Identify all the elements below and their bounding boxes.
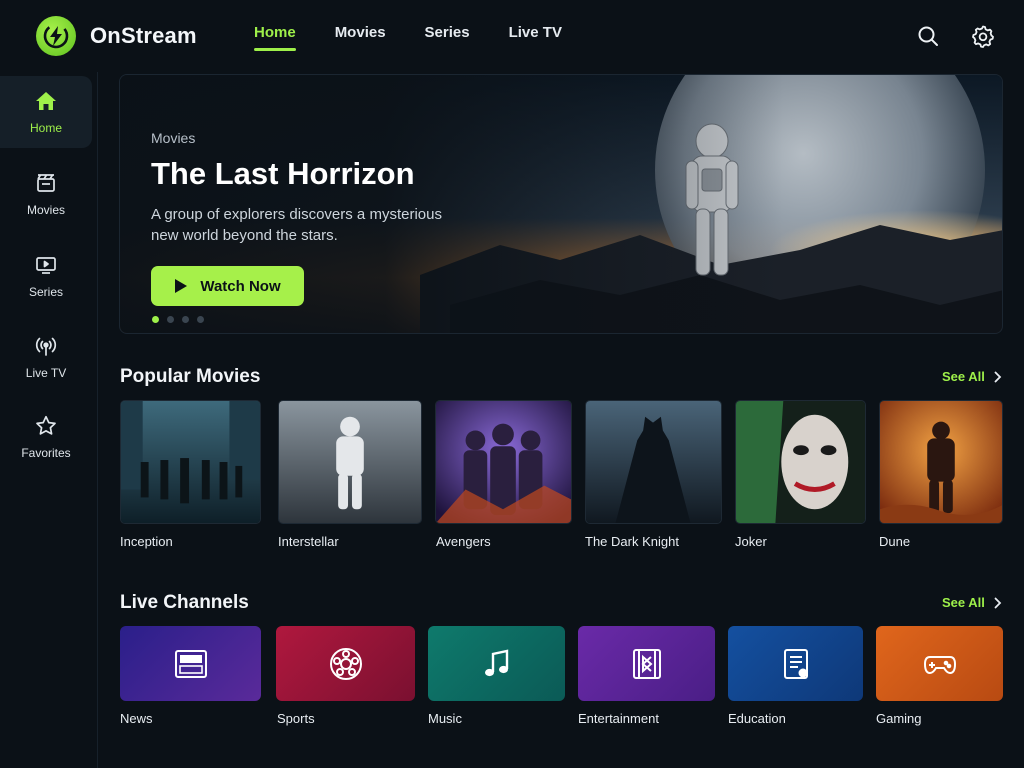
movie-poster-interstellar[interactable] <box>278 400 422 524</box>
channels-see-all-link[interactable]: See All <box>942 595 1002 610</box>
home-icon <box>36 92 56 110</box>
chevron-right-icon <box>994 597 1002 608</box>
movie-poster-the-dark-knight[interactable] <box>585 400 722 524</box>
star-icon <box>36 415 56 435</box>
gear-icon[interactable] <box>971 24 995 48</box>
nav-tab-home[interactable]: Home <box>254 24 296 51</box>
poster-image <box>121 401 260 523</box>
hero-banner[interactable]: Movies The Last Horrizon A group of expl… <box>119 74 1003 334</box>
channel-label: Gaming <box>876 711 922 726</box>
channel-education[interactable] <box>728 626 863 701</box>
hero-description: A group of explorers discovers a mysteri… <box>151 206 442 244</box>
document-icon <box>783 648 808 679</box>
poster-image <box>880 401 1002 523</box>
watch-now-label: Watch Now <box>200 277 281 295</box>
broadcast-icon <box>35 337 57 356</box>
poster-image <box>586 401 721 523</box>
movie-poster-inception[interactable] <box>120 400 261 524</box>
popular-see-all-link[interactable]: See All <box>942 369 1002 384</box>
sidebar-item-home[interactable]: Home <box>0 76 92 148</box>
movie-title: Inception <box>120 534 173 549</box>
film-icon <box>632 648 661 679</box>
channel-sports[interactable] <box>276 626 415 701</box>
live-channels-heading: Live Channels <box>120 592 249 613</box>
see-all-label: See All <box>942 369 985 384</box>
news-icon <box>174 649 207 678</box>
channel-gaming[interactable] <box>876 626 1003 701</box>
channel-label: Entertainment <box>578 711 659 726</box>
movie-poster-joker[interactable] <box>735 400 866 524</box>
poster-image <box>279 401 421 523</box>
top-bar: OnStream Home Movies Series Live TV <box>0 0 1024 72</box>
poster-image <box>436 401 571 523</box>
watch-now-button[interactable]: Watch Now <box>151 266 304 306</box>
movie-title: Avengers <box>436 534 491 549</box>
poster-image <box>736 401 865 523</box>
hero-content: Movies The Last Horrizon A group of expl… <box>151 130 471 306</box>
nav-tab-live-tv[interactable]: Live TV <box>509 24 562 51</box>
lightning-logo-icon <box>36 16 76 56</box>
chevron-right-icon <box>994 371 1002 382</box>
channel-label: Education <box>728 711 786 726</box>
sidebar-item-label: Favorites <box>21 446 71 460</box>
movie-poster-avengers[interactable] <box>435 400 572 524</box>
carousel-dot[interactable] <box>182 316 189 323</box>
app-logo[interactable]: OnStream <box>36 16 197 56</box>
carousel-dots <box>152 316 212 323</box>
carousel-dot[interactable] <box>197 316 204 323</box>
nav-tab-series[interactable]: Series <box>425 24 470 51</box>
sidebar-item-movies[interactable]: Movies <box>0 158 92 230</box>
channel-label: News <box>120 711 153 726</box>
sidebar-item-live-tv[interactable]: Live TV <box>0 321 92 393</box>
gamepad-icon <box>923 655 956 674</box>
carousel-dot[interactable] <box>167 316 174 323</box>
popular-movies-heading: Popular Movies <box>120 366 261 387</box>
music-note-icon <box>484 649 508 676</box>
sidebar-item-favorites[interactable]: Favorites <box>0 401 92 473</box>
movie-title: Joker <box>735 534 767 549</box>
channel-music[interactable] <box>428 626 565 701</box>
sidebar-item-label: Series <box>28 285 63 299</box>
channel-entertainment[interactable] <box>578 626 715 701</box>
sidebar-item-series[interactable]: Series <box>0 240 92 312</box>
carousel-dot[interactable] <box>152 316 159 323</box>
movie-poster-dune[interactable] <box>879 400 1003 524</box>
hero-title: The Last Horrizon <box>151 156 415 191</box>
nav-tab-movies[interactable]: Movies <box>335 24 386 51</box>
movie-title: Dune <box>879 534 911 549</box>
movies-icon <box>37 174 55 192</box>
search-icon[interactable] <box>916 24 940 48</box>
channel-news[interactable] <box>120 626 261 701</box>
main-nav: Home Movies Series Live TV <box>254 24 601 51</box>
movie-title: The Dark Knight <box>585 534 679 549</box>
soccer-ball-icon <box>329 647 362 680</box>
sidebar: Home Movies Series Live TV Favorites <box>0 72 98 768</box>
sidebar-item-label: Home <box>29 121 62 135</box>
sidebar-item-label: Movies <box>26 203 65 217</box>
play-icon <box>175 279 188 293</box>
channel-label: Sports <box>277 711 315 726</box>
movie-title: Interstellar <box>278 534 339 549</box>
channel-label: Music <box>428 711 462 726</box>
tv-icon <box>36 257 56 274</box>
see-all-label: See All <box>942 595 985 610</box>
sidebar-item-label: Live TV <box>25 366 67 380</box>
hero-category: Movies <box>151 130 196 146</box>
app-name: OnStream <box>90 23 197 48</box>
